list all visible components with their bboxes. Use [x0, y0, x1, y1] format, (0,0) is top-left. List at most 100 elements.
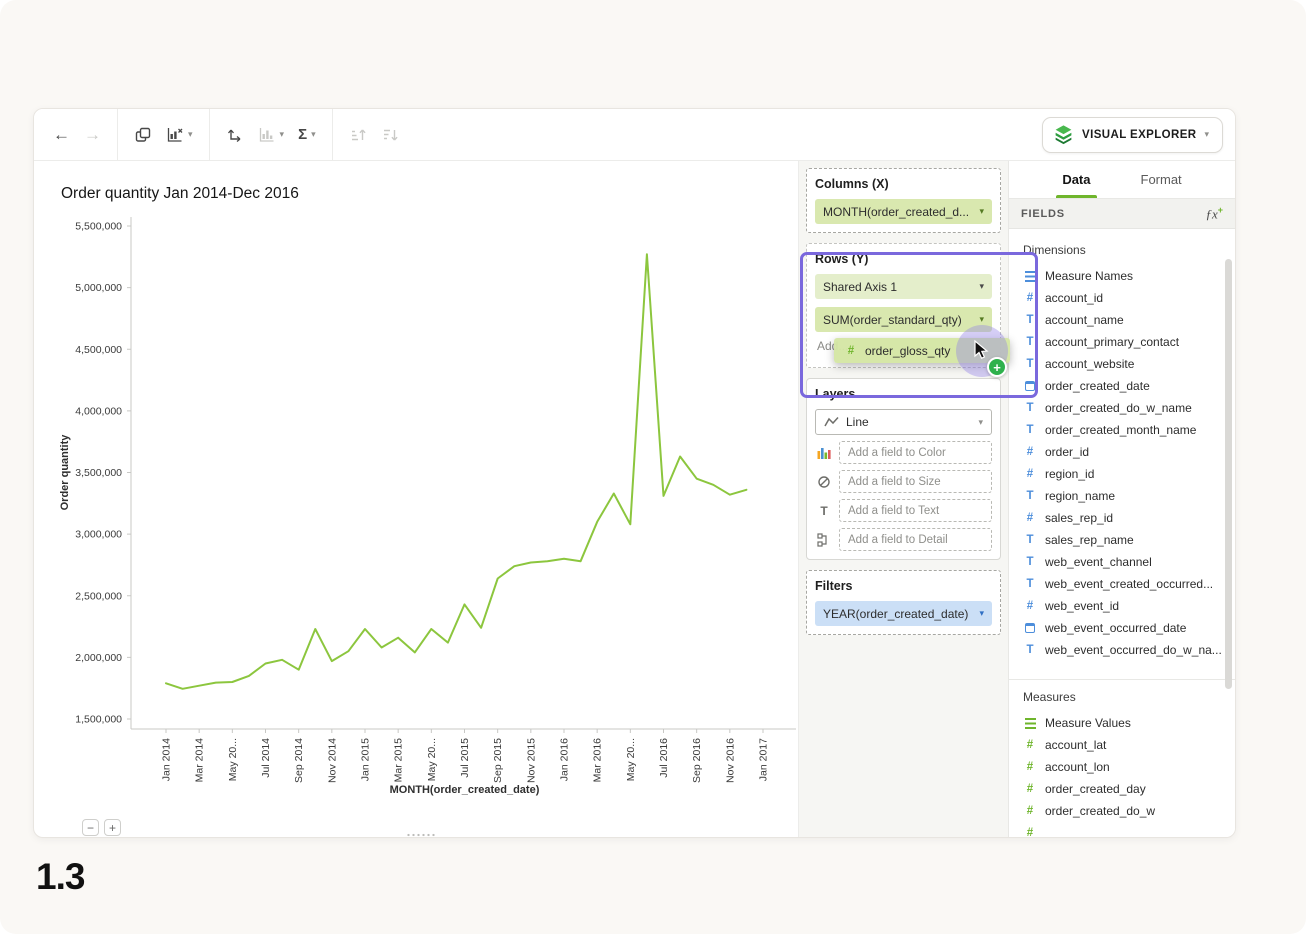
field-item[interactable]: region_name: [1023, 485, 1235, 507]
field-label: sales_rep_id: [1045, 511, 1113, 525]
rows-pill-sum-order-standard-qty[interactable]: SUM(order_standard_qty) ▾: [815, 307, 992, 332]
field-label: web_event_created_occurred...: [1045, 577, 1213, 591]
toolbar-divider: [332, 109, 333, 160]
duplicate-chart-button[interactable]: [127, 120, 159, 150]
field-type-icon: [1025, 271, 1036, 282]
columns-shelf: Columns (X) MONTH(order_created_d... ▾: [806, 168, 1001, 233]
svg-text:Mar 2014: Mar 2014: [194, 738, 206, 783]
svg-text:Mar 2016: Mar 2016: [592, 738, 604, 783]
text-encoding-icon: T: [815, 504, 833, 518]
svg-text:MONTH(order_created_date): MONTH(order_created_date): [390, 784, 540, 796]
zoom-in-button[interactable]: +: [104, 819, 121, 836]
field-item[interactable]: web_event_id: [1023, 595, 1235, 617]
undo-button[interactable]: ←: [46, 120, 77, 149]
pill-label: Shared Axis 1: [823, 280, 897, 294]
color-drop-target[interactable]: Add a field to Color: [839, 441, 992, 464]
mark-type-select[interactable]: Line ▾: [815, 409, 992, 435]
columns-shelf-title: Columns (X): [815, 177, 992, 191]
chevron-down-icon: ▾: [188, 130, 193, 139]
sigma-icon: Σ: [298, 127, 307, 142]
chart-area[interactable]: 5,500,0005,000,0004,500,0004,000,0003,50…: [54, 209, 799, 809]
field-type-icon: [1023, 445, 1037, 459]
columns-pill-month-order-created-date[interactable]: MONTH(order_created_d... ▾: [815, 199, 992, 224]
field-type-icon: [1023, 291, 1037, 305]
aggregate-button[interactable]: Σ ▾: [291, 121, 323, 148]
pill-label: YEAR(order_created_date): [823, 607, 968, 621]
field-label: order_id: [1045, 445, 1089, 459]
resize-handle[interactable]: [406, 833, 436, 838]
chart-title: Order quantity Jan 2014-Dec 2016: [61, 185, 299, 203]
forward-arrow-icon: →: [84, 126, 101, 143]
svg-text:Jul 2016: Jul 2016: [658, 738, 670, 778]
detail-drop-target[interactable]: Add a field to Detail: [839, 528, 992, 551]
sort-ascending-button[interactable]: [342, 120, 374, 150]
fields-scrollbar-thumb[interactable]: [1225, 259, 1232, 689]
line-mark-icon: [824, 416, 839, 428]
field-label: account_name: [1045, 313, 1124, 327]
field-item[interactable]: Measure Names: [1023, 265, 1235, 287]
text-drop-target[interactable]: Add a field to Text: [839, 499, 992, 522]
field-item[interactable]: account_id: [1023, 287, 1235, 309]
field-item[interactable]: account_lon: [1023, 756, 1235, 778]
field-item[interactable]: order_created_day: [1023, 778, 1235, 800]
filter-pill-year-order-created-date[interactable]: YEAR(order_created_date) ▾: [815, 601, 992, 626]
size-drop-target[interactable]: Add a field to Size: [839, 470, 992, 493]
field-item[interactable]: order_id: [1023, 441, 1235, 463]
svg-text:5,500,000: 5,500,000: [75, 221, 122, 233]
field-item[interactable]: account_lat: [1023, 734, 1235, 756]
field-item[interactable]: Measure Values: [1023, 712, 1235, 734]
svg-text:Nov 2016: Nov 2016: [724, 738, 736, 783]
filters-shelf-title: Filters: [815, 579, 992, 593]
field-type-icon: [1023, 826, 1037, 837]
field-item[interactable]: order_created_date: [1023, 375, 1235, 397]
tab-data[interactable]: Data: [1060, 161, 1092, 198]
filters-shelf: Filters YEAR(order_created_date) ▾: [806, 570, 1001, 635]
bar-chart-icon: [258, 126, 276, 144]
field-type-icon: [1025, 718, 1036, 729]
field-label: order_created_do_w: [1045, 804, 1155, 818]
mark-type-value: Line: [846, 415, 869, 429]
field-type-icon: [1023, 533, 1037, 547]
field-item[interactable]: web_event_occurred_date: [1023, 617, 1235, 639]
field-type-icon: [1023, 738, 1037, 752]
field-item[interactable]: order_created_do_w: [1023, 800, 1235, 822]
add-calculated-field-icon[interactable]: ƒx+: [1205, 205, 1223, 222]
chart-type-button[interactable]: ▾: [251, 120, 292, 150]
field-type-icon: [1023, 643, 1037, 657]
svg-text:2,500,000: 2,500,000: [75, 590, 122, 602]
field-item[interactable]: sales_rep_id: [1023, 507, 1235, 529]
rows-pill-shared-axis[interactable]: Shared Axis 1 ▾: [815, 274, 992, 299]
field-item[interactable]: account_name: [1023, 309, 1235, 331]
dragged-field-pill[interactable]: order_gloss_qty: [834, 338, 1010, 363]
swap-axes-button[interactable]: [219, 120, 251, 150]
zoom-out-button[interactable]: −: [82, 819, 99, 836]
field-label: sales_rep_name: [1045, 533, 1134, 547]
field-item[interactable]: web_event_channel: [1023, 551, 1235, 573]
field-item[interactable]: order_created_month_name: [1023, 419, 1235, 441]
fields-header-label: FIELDS: [1021, 208, 1065, 220]
field-item[interactable]: [1023, 822, 1235, 837]
field-item[interactable]: account_primary_contact: [1023, 331, 1235, 353]
line-chart[interactable]: 5,500,0005,000,0004,500,0004,000,0003,50…: [54, 209, 799, 809]
toolbar-divider: [117, 109, 118, 160]
fields-section-divider: [1009, 679, 1235, 680]
sort-descending-button[interactable]: [374, 120, 406, 150]
field-item[interactable]: web_event_occurred_do_w_na...: [1023, 639, 1235, 661]
visual-explorer-menu-button[interactable]: VISUAL EXPLORER ▾: [1042, 117, 1223, 153]
remove-chart-button[interactable]: ▾: [159, 120, 200, 150]
field-item[interactable]: sales_rep_name: [1023, 529, 1235, 551]
field-item[interactable]: web_event_created_occurred...: [1023, 573, 1235, 595]
svg-text:4,000,000: 4,000,000: [75, 405, 122, 417]
field-type-icon: [1023, 467, 1037, 481]
tab-format[interactable]: Format: [1139, 161, 1184, 198]
field-item[interactable]: account_website: [1023, 353, 1235, 375]
pill-label: SUM(order_standard_qty): [823, 313, 962, 327]
field-item[interactable]: order_created_do_w_name: [1023, 397, 1235, 419]
field-type-icon: [1023, 335, 1037, 349]
measures-list: Measure Values account_lat account_lon o…: [1023, 712, 1235, 837]
field-item[interactable]: region_id: [1023, 463, 1235, 485]
visual-explorer-label: VISUAL EXPLORER: [1082, 129, 1196, 141]
measures-section-label: Measures: [1023, 690, 1235, 704]
redo-button[interactable]: →: [77, 120, 108, 149]
sort-ascending-icon: [349, 126, 367, 144]
